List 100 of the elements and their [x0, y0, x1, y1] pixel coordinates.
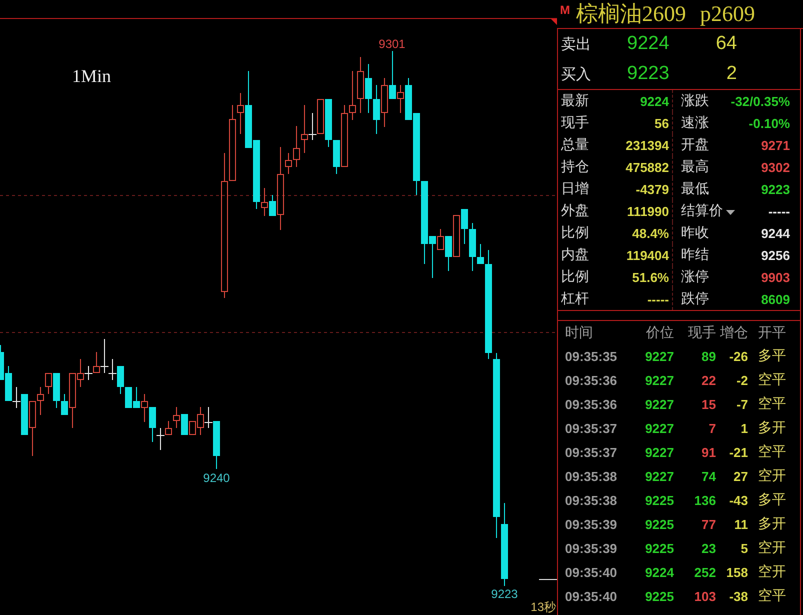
volume-cell-text: 7	[708, 420, 717, 436]
book-volume: 64	[714, 33, 737, 55]
time-cell-text: 09:35:38	[564, 468, 618, 484]
volume-cell-text: 23	[700, 540, 717, 556]
volume-cell-text: 91	[700, 444, 717, 460]
book-price: 9224	[627, 33, 670, 55]
stat-label: 比例	[561, 268, 589, 286]
price-cell-text: 9225	[644, 492, 675, 508]
type-cell-text: 空平	[757, 587, 787, 605]
stat-value: 9271	[761, 138, 790, 152]
volume-cell-text: 15	[700, 396, 717, 412]
type-cell-text: 多开	[757, 515, 787, 533]
column-header: 价位	[645, 324, 675, 342]
type-cell-text: 空开	[757, 539, 787, 557]
header-marker-text: M	[560, 4, 571, 17]
period-label: 1Min	[72, 66, 112, 86]
dropdown-button[interactable]: 结算价	[681, 202, 735, 220]
change-cell-text: 27	[732, 468, 749, 484]
stat-value: 9903	[761, 270, 790, 284]
stat-value: 48.4%	[632, 226, 669, 240]
type-cell-text: 多开	[757, 419, 787, 437]
price-cell-text: 9227	[644, 348, 675, 364]
time-cell-text: 09:35:39	[564, 540, 618, 556]
price-cell-text: 9227	[644, 372, 675, 388]
change-cell-text: -26	[728, 348, 749, 364]
type-cell-text: 空平	[757, 395, 787, 413]
contract-name: 棕榈油2609	[576, 0, 686, 28]
time-cell-text: 09:35:36	[564, 396, 618, 412]
time-cell-text: 09:35:40	[564, 588, 618, 604]
book-side-label: 买入	[561, 64, 592, 84]
change-cell-text: 158	[725, 564, 749, 580]
price-cell-text: 9225	[644, 540, 675, 556]
stat-label: 日增	[561, 180, 589, 198]
low-price-label: 9223	[491, 587, 518, 601]
stat-label: 涨跌	[681, 92, 709, 110]
high-price-label: 9301	[378, 37, 406, 51]
column-header: 现手	[687, 324, 717, 342]
stat-label: 外盘	[561, 202, 589, 220]
time-cell-text: 09:35:36	[564, 372, 618, 388]
stat-label: 跌停	[681, 290, 709, 308]
change-cell-text: -7	[735, 396, 749, 412]
stat-value: -4379	[636, 182, 669, 196]
volume-cell-text: 74	[700, 468, 717, 484]
time-cell-text: 09:35:35	[564, 348, 618, 364]
change-cell-text: 1	[740, 420, 749, 436]
time-cell-text: 09:35:38	[564, 492, 618, 508]
volume-cell-text: 89	[700, 348, 717, 364]
stat-value: 9302	[761, 160, 790, 174]
price-cell-text: 9224	[644, 564, 675, 580]
change-cell-text: 5	[740, 540, 749, 556]
type-cell-text: 多平	[757, 347, 787, 365]
stat-label: 总量	[561, 136, 589, 154]
stat-value: 475882	[626, 160, 669, 174]
stat-value: 9256	[761, 248, 790, 262]
price-cell-text: 9225	[644, 516, 675, 532]
price-cell-text: 9227	[644, 444, 675, 460]
price-cell-text: 9227	[644, 420, 675, 436]
stat-value: 111990	[627, 204, 669, 218]
book-price: 9223	[627, 63, 670, 85]
change-cell-text: -38	[728, 588, 749, 604]
book-side-label: 卖出	[561, 34, 592, 54]
volume-cell-text: 22	[700, 372, 717, 388]
time-cell-text: 09:35:39	[564, 516, 618, 532]
price-level-line	[538, 579, 557, 580]
stat-label: 最高	[681, 158, 709, 176]
type-cell-text: 空开	[757, 563, 787, 581]
stat-label: 最低	[681, 180, 709, 198]
column-header: 开平	[757, 324, 787, 342]
stat-label: 最新	[561, 92, 589, 110]
book-volume: 2	[725, 63, 737, 85]
time-cell-text: 09:35:37	[564, 444, 618, 460]
stat-label: 昨收	[681, 224, 709, 242]
stat-label: 现手	[561, 114, 589, 132]
stat-value: 231394	[626, 138, 669, 152]
volume-cell-text: 103	[693, 588, 717, 604]
corner-triangle-icon	[551, 19, 557, 25]
stat-value: 51.6%	[632, 270, 669, 284]
stat-value: 9223	[761, 182, 790, 196]
stat-label: 杠杆	[561, 290, 589, 308]
stat-value: 56	[654, 116, 669, 130]
stat-label: 比例	[561, 224, 589, 242]
stat-label: 开盘	[681, 136, 709, 154]
change-cell-text: -43	[728, 492, 749, 508]
volume-cell-text: 252	[693, 564, 717, 580]
price-cell-text: 9227	[644, 468, 675, 484]
contract-code: p2609	[700, 0, 755, 28]
stat-label: 涨停	[681, 268, 709, 286]
type-cell-text: 空开	[757, 467, 787, 485]
stat-value: -32/0.35%	[730, 94, 790, 108]
column-header: 时间	[564, 324, 594, 342]
time-cell-text: 09:35:37	[564, 420, 618, 436]
type-cell-text: 多平	[757, 491, 787, 509]
low-price-label: 9240	[203, 471, 230, 485]
type-cell-text: 空平	[757, 443, 787, 461]
stat-value: 119404	[626, 248, 669, 262]
change-cell-text: -21	[728, 444, 749, 460]
stat-value: -----	[647, 292, 669, 306]
countdown-label: 13秒	[530, 600, 556, 614]
stat-value: -----	[768, 204, 790, 218]
volume-cell-text: 77	[700, 516, 717, 532]
